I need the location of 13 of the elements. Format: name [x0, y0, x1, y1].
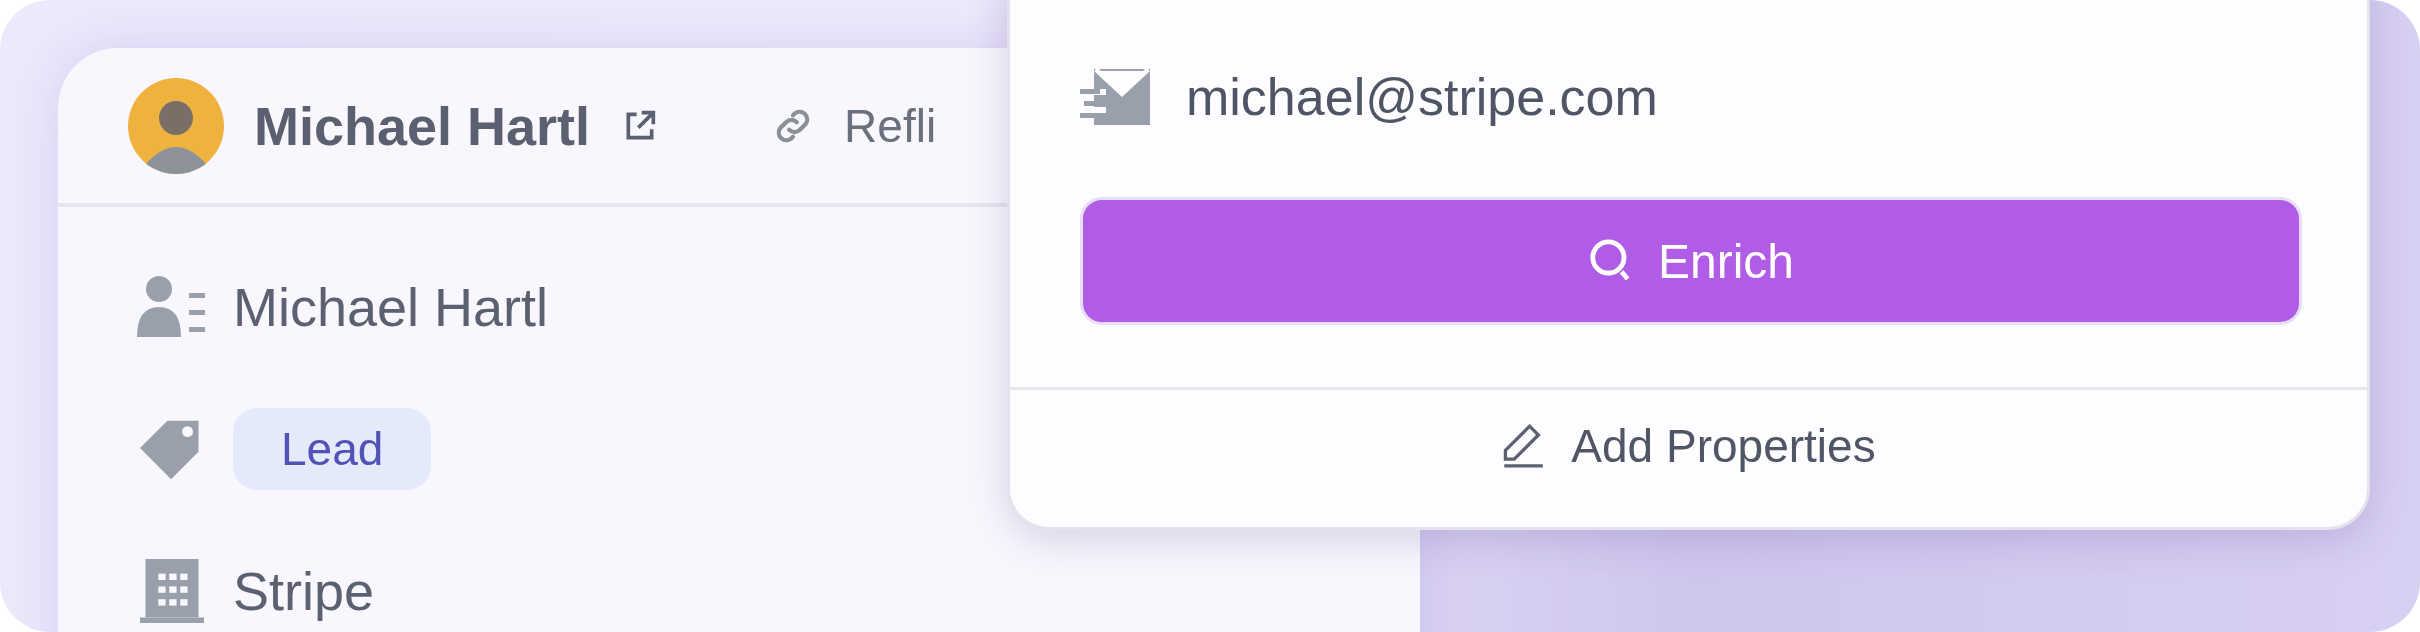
email-address: michael@stripe.com [1186, 67, 1658, 127]
person-list-icon [137, 275, 207, 339]
contact-name: Michael Hartl [254, 94, 591, 157]
pencil-icon [1501, 424, 1546, 468]
avatar-icon [128, 77, 224, 174]
enrich-button[interactable]: Enrich [1080, 197, 2302, 325]
building-icon [137, 559, 207, 623]
company-name: Stripe [233, 560, 375, 622]
contact-name: Michael Hartl [233, 276, 549, 338]
link-label[interactable]: Refli [844, 98, 937, 153]
add-properties-button[interactable]: Add Properties [1010, 390, 2367, 502]
lead-tag: Lead [233, 408, 432, 490]
mail-icon [1080, 69, 1150, 125]
